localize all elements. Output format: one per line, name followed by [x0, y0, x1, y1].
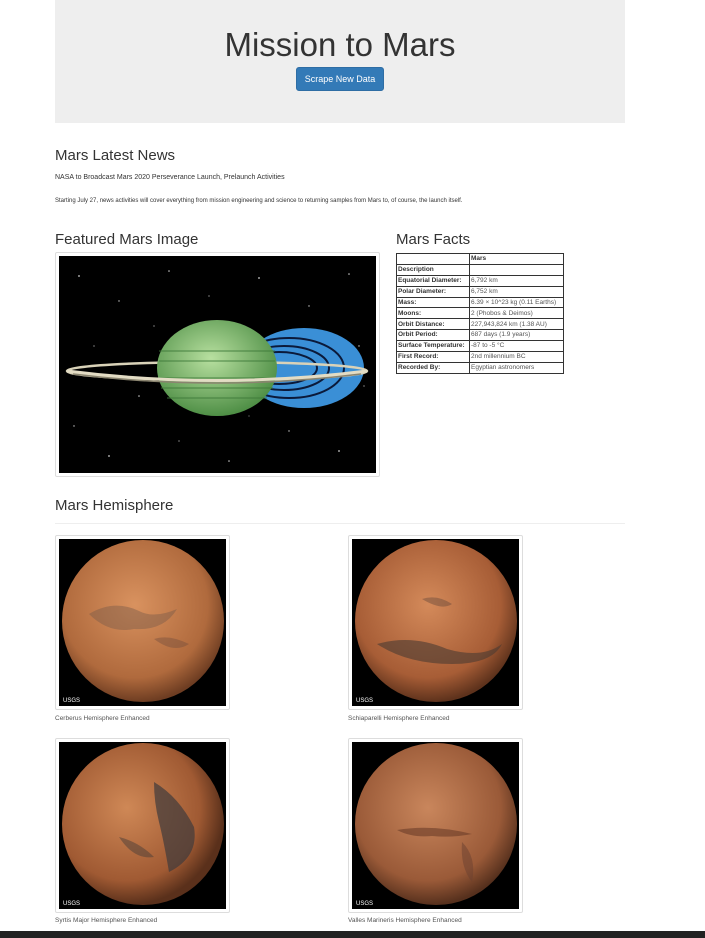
hemisphere-caption: Cerberus Hemisphere Enhanced [55, 715, 150, 722]
hemisphere-thumbnail-syrtis-major[interactable]: USGS [55, 738, 230, 913]
fact-label: Mass: [396, 296, 470, 309]
mars-facts-table: Mars Description Equatorial Diameter: 6,… [396, 253, 564, 374]
hemisphere-thumbnail-valles-marineris[interactable]: USGS [348, 738, 523, 913]
table-row: Equatorial Diameter: 6,792 km [396, 274, 564, 287]
fact-label: Orbit Distance: [396, 318, 470, 331]
section-divider [55, 523, 625, 524]
mars-facts-heading: Mars Facts [396, 231, 471, 248]
table-row: Mass: 6.39 × 10^23 kg (0.11 Earths) [396, 296, 564, 309]
table-row: Moons: 2 (Phobos & Deimos) [396, 307, 564, 320]
schiaparelli-hemisphere-image: USGS [352, 539, 519, 706]
featured-saturn-image [59, 256, 376, 473]
hemisphere-caption: Syrtis Major Hemisphere Enhanced [55, 917, 158, 924]
news-title: NASA to Broadcast Mars 2020 Perseverance… [55, 174, 285, 181]
hemisphere-thumbnail-cerberus[interactable]: USGS [55, 535, 230, 710]
fact-value: 687 days (1.9 years) [469, 329, 564, 342]
valles-marineris-hemisphere-image: USGS [352, 742, 519, 909]
fact-label: Orbit Period: [396, 329, 470, 342]
hemisphere-heading: Mars Hemisphere [55, 497, 174, 514]
page-title: Mission to Mars [224, 26, 456, 63]
news-paragraph: Starting July 27, news activities will c… [55, 198, 463, 204]
table-description-row: Description [396, 263, 564, 276]
jumbotron-header: Mission to Mars Scrape New Data [55, 0, 625, 123]
fact-value: Egyptian astronomers [469, 361, 564, 374]
fact-label: Surface Temperature: [396, 340, 470, 353]
table-description-label: Description [396, 263, 470, 276]
fact-value: 2nd millennium BC [469, 351, 564, 363]
table-row: Orbit Period: 687 days (1.9 years) [396, 329, 564, 342]
table-row: Orbit Distance: 227,943,824 km (1.38 AU) [396, 318, 564, 331]
fact-value: 6,792 km [469, 274, 564, 287]
table-row: Surface Temperature: -87 to -5 °C [396, 340, 564, 353]
table-header-row: Mars [396, 253, 564, 265]
hemisphere-caption: Valles Marineris Hemisphere Enhanced [348, 917, 462, 924]
fact-value: 2 (Phobos & Deimos) [469, 307, 564, 320]
fact-value: 6.39 × 10^23 kg (0.11 Earths) [469, 296, 564, 309]
fact-label: Polar Diameter: [396, 285, 470, 298]
hemisphere-thumbnail-schiaparelli[interactable]: USGS [348, 535, 523, 710]
usgs-logo: USGS [63, 901, 80, 907]
usgs-logo: USGS [356, 901, 373, 907]
table-row: Polar Diameter: 6,752 km [396, 285, 564, 298]
cerberus-hemisphere-image: USGS [59, 539, 226, 706]
featured-image-thumbnail[interactable] [55, 252, 380, 477]
fact-value: 6,752 km [469, 285, 564, 298]
table-row: Recorded By: Egyptian astronomers [396, 361, 564, 374]
table-row: First Record: 2nd millennium BC [396, 351, 564, 363]
fact-value: -87 to -5 °C [469, 340, 564, 353]
news-heading: Mars Latest News [55, 147, 176, 164]
usgs-logo: USGS [356, 698, 373, 704]
table-column-header: Mars [469, 253, 564, 265]
syrtis-major-hemisphere-image: USGS [59, 742, 226, 909]
table-description-empty [469, 263, 564, 276]
fact-label: Recorded By: [396, 361, 470, 374]
bottom-taskbar [0, 931, 705, 938]
fact-label: Moons: [396, 307, 470, 320]
featured-image-heading: Featured Mars Image [55, 231, 199, 248]
hemisphere-caption: Schiaparelli Hemisphere Enhanced [348, 715, 450, 722]
usgs-logo: USGS [63, 698, 80, 704]
fact-value: 227,943,824 km (1.38 AU) [469, 318, 564, 331]
scrape-new-data-button[interactable]: Scrape New Data [296, 67, 384, 91]
table-header-empty [396, 253, 470, 265]
fact-label: First Record: [396, 351, 470, 363]
fact-label: Equatorial Diameter: [396, 274, 470, 287]
